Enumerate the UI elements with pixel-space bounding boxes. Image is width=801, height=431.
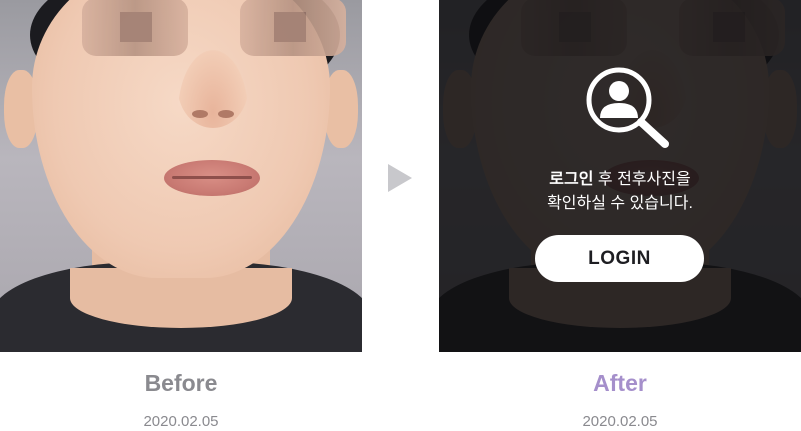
login-message-bold: 로그인 bbox=[549, 171, 594, 188]
right-eye-censor-blur bbox=[240, 0, 346, 56]
login-message-line2: 확인하실 수 있습니다. bbox=[547, 195, 693, 212]
before-photo bbox=[0, 0, 362, 352]
left-eye-censor-blur bbox=[82, 0, 188, 56]
login-button[interactable]: LOGIN bbox=[535, 235, 704, 282]
search-user-icon bbox=[586, 67, 669, 148]
after-date: 2020.02.05 bbox=[582, 413, 658, 430]
left-nostril bbox=[192, 110, 208, 118]
before-date: 2020.02.05 bbox=[143, 413, 219, 430]
before-label: Before bbox=[144, 370, 218, 396]
login-required-notice: 로그인 후 전후사진을 확인하실 수 있습니다. LOGIN bbox=[439, 0, 801, 352]
nose bbox=[178, 50, 248, 128]
next-arrow-icon bbox=[388, 164, 412, 192]
login-message-rest: 후 전후사진을 bbox=[593, 171, 691, 188]
login-message-line1: 로그인 후 전후사진을 bbox=[439, 168, 801, 192]
after-label: After bbox=[593, 370, 647, 396]
after-photo-locked: 로그인 후 전후사진을 확인하실 수 있습니다. LOGIN bbox=[439, 0, 801, 352]
login-message: 로그인 후 전후사진을 확인하실 수 있습니다. bbox=[439, 168, 801, 216]
lip-line bbox=[172, 176, 252, 179]
right-nostril bbox=[218, 110, 234, 118]
